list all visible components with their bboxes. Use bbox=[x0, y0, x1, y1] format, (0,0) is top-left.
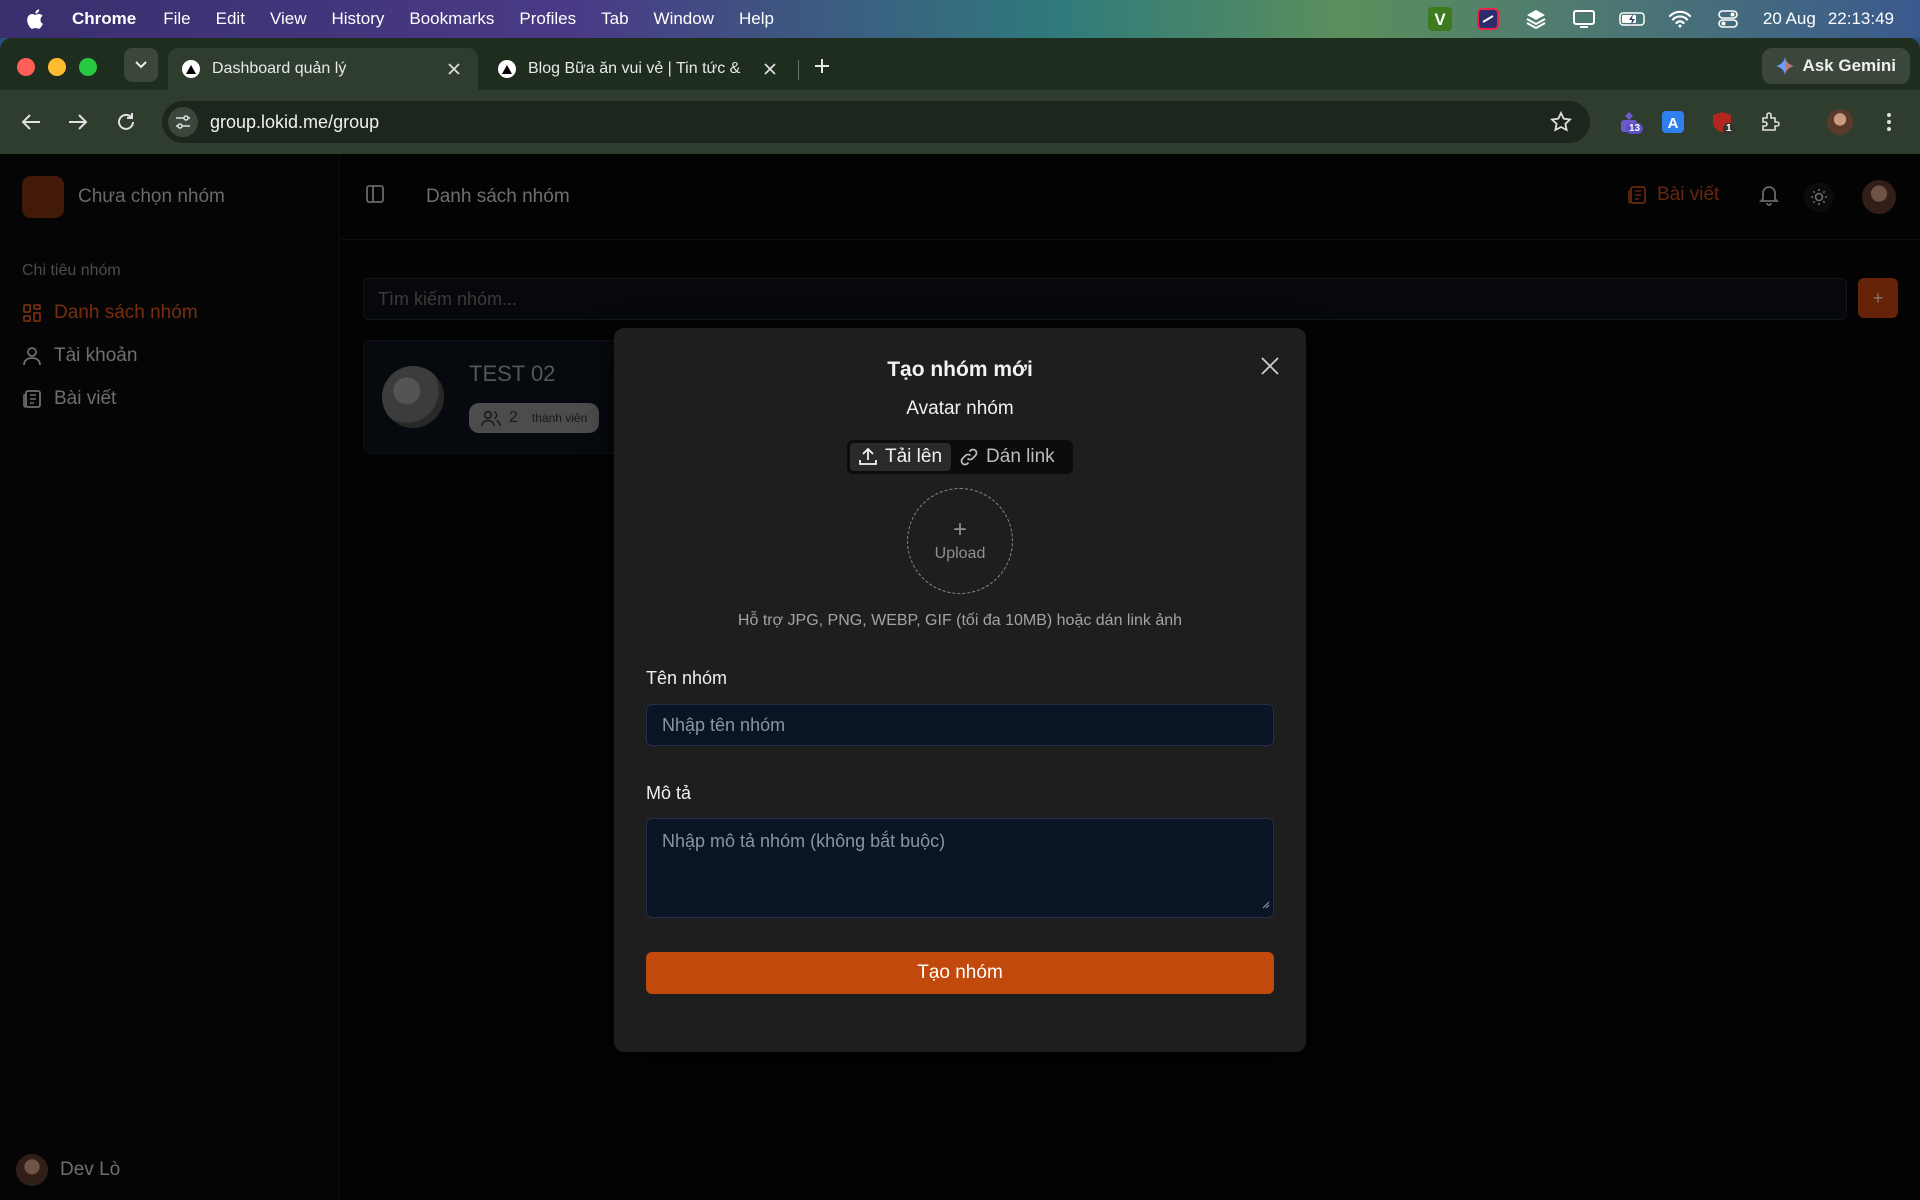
submit-label: Tạo nhóm bbox=[917, 962, 1003, 983]
menu-bookmarks[interactable]: Bookmarks bbox=[409, 9, 494, 29]
plus-icon bbox=[815, 59, 829, 73]
triangle-favicon-icon bbox=[182, 60, 200, 78]
close-dialog-button[interactable] bbox=[1258, 354, 1282, 378]
arrow-right-icon bbox=[69, 114, 88, 130]
reload-button[interactable] bbox=[113, 109, 139, 135]
arrow-left-icon bbox=[21, 114, 40, 130]
group-name-input[interactable]: Nhập tên nhóm bbox=[646, 704, 1274, 746]
avatar-upload-dropzone[interactable]: + Upload bbox=[907, 488, 1013, 594]
browser-toolbar: group.lokid.me/group 13 A 1 bbox=[0, 90, 1920, 154]
description-label: Mô tả bbox=[646, 783, 692, 803]
url-text[interactable]: group.lokid.me/group bbox=[210, 112, 379, 133]
resize-handle-icon[interactable] bbox=[1260, 893, 1270, 914]
tab-strip: Dashboard quản lý Blog Bữa ăn vui vẻ | T… bbox=[0, 38, 1920, 90]
paste-link-tab-button[interactable]: Dán link bbox=[951, 443, 1064, 471]
upload-hint: Hỗ trợ JPG, PNG, WEBP, GIF (tối đa 10MB)… bbox=[737, 612, 1183, 629]
close-tab-icon[interactable] bbox=[444, 59, 464, 79]
new-tab-button[interactable] bbox=[808, 52, 836, 80]
web-viewport: Chưa chọn nhóm Chi tiêu nhóm Danh sách n… bbox=[0, 154, 1920, 1200]
menu-view[interactable]: View bbox=[270, 9, 307, 29]
menu-tab[interactable]: Tab bbox=[601, 9, 628, 29]
group-name-placeholder: Nhập tên nhóm bbox=[662, 714, 786, 735]
ask-gemini-button[interactable]: Ask Gemini bbox=[1762, 48, 1910, 84]
description-textarea[interactable]: Nhập mô tả nhóm (không bắt buộc) bbox=[646, 818, 1274, 918]
extension-badge-icon[interactable]: 13 bbox=[1616, 109, 1644, 135]
ask-gemini-label: Ask Gemini bbox=[1802, 56, 1896, 75]
create-group-submit-button[interactable]: Tạo nhóm bbox=[646, 952, 1274, 994]
close-tab-icon[interactable] bbox=[760, 59, 780, 79]
upload-icon bbox=[859, 448, 877, 465]
profile-avatar-image bbox=[1827, 109, 1853, 135]
maximize-window-button[interactable] bbox=[79, 58, 97, 76]
browser-window: Dashboard quản lý Blog Bữa ăn vui vẻ | T… bbox=[0, 38, 1920, 1200]
tab-blog[interactable]: Blog Bữa ăn vui vẻ | Tin tức & bbox=[484, 48, 794, 90]
apple-menu-icon[interactable] bbox=[26, 8, 52, 30]
create-group-dialog: Tạo nhóm mới Avatar nhóm Tải lên Dán lin… bbox=[614, 328, 1306, 1052]
reload-icon bbox=[118, 113, 134, 130]
upload-tab-button[interactable]: Tải lên bbox=[850, 443, 952, 471]
menu-app-name[interactable]: Chrome bbox=[72, 9, 136, 29]
avatar-section-label: Avatar nhóm bbox=[906, 398, 1014, 419]
tab-title: Blog Bữa ăn vui vẻ | Tin tức & bbox=[528, 60, 741, 77]
menu-help[interactable]: Help bbox=[739, 9, 774, 29]
menu-edit[interactable]: Edit bbox=[216, 9, 245, 29]
control-center-icon[interactable] bbox=[1715, 8, 1741, 30]
address-bar[interactable]: group.lokid.me/group bbox=[162, 101, 1590, 143]
paste-link-tab-label: Dán link bbox=[986, 446, 1055, 467]
close-window-button[interactable] bbox=[17, 58, 35, 76]
avatar-source-toggle: Tải lên Dán link bbox=[847, 440, 1073, 474]
gemini-sparkle-icon bbox=[1776, 57, 1795, 75]
menubar-date[interactable]: 20 Aug bbox=[1763, 9, 1816, 29]
translate-extension-icon[interactable]: A bbox=[1660, 109, 1686, 135]
extension-badge-count: 1 bbox=[1723, 123, 1735, 134]
screen-tool-icon[interactable] bbox=[1475, 8, 1501, 30]
site-info-button[interactable] bbox=[168, 107, 198, 137]
svg-text:V: V bbox=[1434, 10, 1446, 29]
tab-separator bbox=[798, 60, 799, 80]
bookmark-star-icon[interactable] bbox=[1549, 110, 1573, 138]
back-button[interactable] bbox=[18, 109, 44, 135]
layers-icon[interactable] bbox=[1523, 8, 1549, 30]
tab-search-button[interactable] bbox=[124, 48, 158, 82]
triangle-favicon-icon bbox=[498, 60, 516, 78]
menu-window[interactable]: Window bbox=[654, 9, 714, 29]
minimize-window-button[interactable] bbox=[48, 58, 66, 76]
menubar-time[interactable]: 22:13:49 bbox=[1828, 9, 1894, 29]
menu-file[interactable]: File bbox=[163, 9, 190, 29]
tune-icon bbox=[176, 115, 190, 129]
chevron-down-icon bbox=[135, 61, 147, 69]
dialog-title: Tạo nhóm mới bbox=[887, 358, 1033, 381]
macos-menu-bar: Chrome File Edit View History Bookmarks … bbox=[0, 0, 1920, 38]
group-name-label: Tên nhóm bbox=[646, 668, 728, 688]
chrome-menu-icon[interactable] bbox=[1876, 109, 1902, 135]
tab-title: Dashboard quản lý bbox=[212, 60, 347, 77]
extension-badge-count: 13 bbox=[1626, 123, 1644, 134]
v-app-icon[interactable]: V bbox=[1427, 7, 1453, 31]
upload-label: Upload bbox=[934, 545, 986, 562]
forward-button[interactable] bbox=[65, 109, 91, 135]
svg-text:A: A bbox=[1668, 115, 1679, 132]
wifi-icon[interactable] bbox=[1667, 8, 1693, 30]
battery-icon[interactable] bbox=[1619, 8, 1645, 30]
display-icon[interactable] bbox=[1571, 8, 1597, 30]
menu-profiles[interactable]: Profiles bbox=[519, 9, 576, 29]
puzzle-extensions-icon[interactable] bbox=[1757, 109, 1783, 135]
profile-avatar[interactable] bbox=[1827, 109, 1853, 135]
shield-extension-icon[interactable]: 1 bbox=[1709, 109, 1735, 135]
plus-icon: + bbox=[952, 516, 967, 543]
menu-history[interactable]: History bbox=[331, 9, 384, 29]
tab-dashboard[interactable]: Dashboard quản lý bbox=[168, 48, 478, 90]
description-placeholder: Nhập mô tả nhóm (không bắt buộc) bbox=[662, 831, 946, 851]
close-icon bbox=[1261, 357, 1279, 375]
link-icon bbox=[960, 448, 978, 466]
upload-tab-label: Tải lên bbox=[885, 446, 943, 467]
